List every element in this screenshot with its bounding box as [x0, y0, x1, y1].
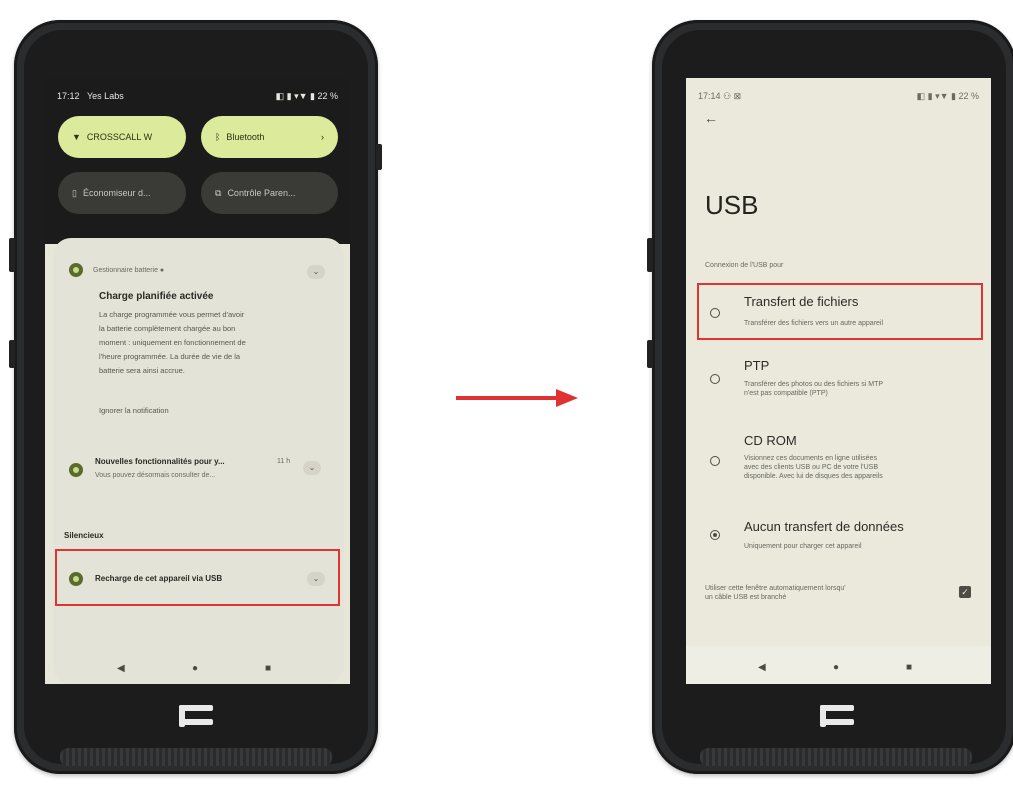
notification-2-body: Vous pouvez désormais consulter de...: [95, 472, 216, 479]
right-phone-side-button-2: [647, 340, 653, 368]
notification-body-line-5: batterie sera ainsi accrue.: [99, 366, 185, 375]
usb-notification-highlight: [55, 549, 340, 606]
right-phone-grip: [700, 748, 972, 766]
option-ptp-desc-1: Transférer des photos ou des fichiers si…: [744, 381, 884, 388]
checkbox-auto-open[interactable]: ✓: [959, 586, 971, 598]
footer-setting-line-1: Utiliser cette fenêtre automatiquement l…: [705, 585, 846, 592]
tile-battery-saver[interactable]: ▯ Économiseur d...: [58, 172, 186, 214]
status-carrier: Yes Labs: [87, 91, 124, 101]
back-arrow-icon[interactable]: ←: [704, 110, 718, 126]
quick-settings-panel: 17:12 Yes Labs ◧ ▮ ▾▼ ▮ 22 % ▼ CROSSCALL…: [45, 78, 350, 244]
section-label: Connexion de l'USB pour: [705, 262, 784, 269]
radio-ptp[interactable]: [710, 374, 720, 384]
left-phone-side-button-3: [376, 144, 382, 170]
option-ptp-desc-2: n'est pas compatible (PTP): [744, 390, 828, 397]
left-phone-side-button: [9, 238, 15, 272]
nav-recents-icon[interactable]: ■: [265, 663, 271, 674]
tile-bluetooth-label: Bluetooth: [226, 132, 265, 142]
option-cd-rom-desc-2: avec des clients USB ou PC de votre l'US…: [744, 464, 879, 471]
option-cd-rom-desc-3: disponible. Avec lui de disques des appa…: [744, 473, 883, 480]
radio-no-transfer[interactable]: [710, 530, 720, 540]
status-icons: ◧ ▮ ▾▼ ▮ 22 %: [275, 91, 338, 101]
option-cd-rom-title[interactable]: CD ROM: [744, 433, 797, 448]
tile-parental-control[interactable]: ⧉ Contrôle Paren...: [201, 172, 338, 214]
chevron-down-icon[interactable]: ⌄: [303, 461, 321, 475]
notification-body-line-4: l'heure programmée. La durée de vie de l…: [99, 352, 241, 361]
nav-back-icon[interactable]: ◀: [117, 663, 125, 674]
radio-cd-rom[interactable]: [710, 456, 720, 466]
notification-2-title: Nouvelles fonctionnalités pour y...: [95, 457, 225, 466]
battery-app-icon: [69, 263, 83, 277]
arrow-right-icon: [456, 389, 578, 407]
status-icons: ◧ ▮ ▾▼ ▮ 22 %: [916, 91, 979, 101]
option-ptp-title[interactable]: PTP: [744, 358, 769, 373]
notification-title: Charge planifiée activée: [99, 291, 214, 302]
footer-setting-line-2: un câble USB est branché: [705, 594, 787, 601]
file-transfer-highlight: [697, 283, 983, 340]
dismiss-notification-link[interactable]: Ignorer la notification: [99, 404, 169, 418]
silent-section-label: Silencieux: [64, 531, 104, 540]
nav-recents-icon[interactable]: ■: [906, 662, 912, 673]
crosscall-logo: [179, 705, 213, 727]
tile-bluetooth[interactable]: ᛒ Bluetooth ›: [201, 116, 338, 158]
tile-parental-control-label: Contrôle Paren...: [227, 188, 296, 198]
right-screen: 17:14 ⚇ ⊠ ◧ ▮ ▾▼ ▮ 22 % ← USB Connexion …: [686, 78, 991, 684]
notification-body-line-2: la batterie complètement chargée au bon: [99, 324, 236, 333]
tile-wifi-label: CROSSCALL W: [86, 132, 153, 142]
cast-icon: ⧉: [215, 187, 222, 198]
option-cd-rom-desc-1: Visionnez ces documents en ligne utilisé…: [744, 455, 877, 462]
left-phone-side-button-2: [9, 340, 15, 368]
chevron-right-icon: ›: [321, 132, 324, 142]
option-no-transfer-title[interactable]: Aucun transfert de données: [744, 519, 904, 534]
notification-app-name: Gestionnaire batterie ●: [93, 267, 165, 274]
chevron-down-icon[interactable]: ⌄: [307, 265, 325, 279]
tile-wifi[interactable]: ▼ CROSSCALL W: [58, 116, 186, 158]
crosscall-logo: [820, 705, 854, 727]
status-time: 17:14 ⚇ ⊠: [698, 91, 742, 101]
status-time: 17:12: [57, 91, 80, 101]
notification-body-line-1: La charge programmée vous permet d'avoir: [99, 310, 245, 319]
tile-battery-saver-label: Économiseur d...: [82, 188, 151, 198]
app-update-icon: [69, 463, 83, 477]
notification-body-line-3: moment : uniquement en fonctionnement de: [99, 338, 246, 347]
option-no-transfer-desc: Uniquement pour charger cet appareil: [744, 543, 862, 550]
page-title: USB: [705, 190, 759, 220]
bluetooth-icon: ᛒ: [215, 132, 221, 142]
nav-home-icon[interactable]: ●: [192, 663, 198, 674]
nav-back-icon[interactable]: ◀: [758, 662, 766, 673]
notification-2-time: 11 h: [277, 458, 291, 465]
battery-saver-icon: ▯: [72, 187, 77, 198]
left-phone-grip: [60, 748, 332, 766]
wifi-icon: ▼: [72, 132, 81, 142]
right-phone-side-button: [647, 238, 653, 272]
nav-home-icon[interactable]: ●: [833, 662, 839, 673]
